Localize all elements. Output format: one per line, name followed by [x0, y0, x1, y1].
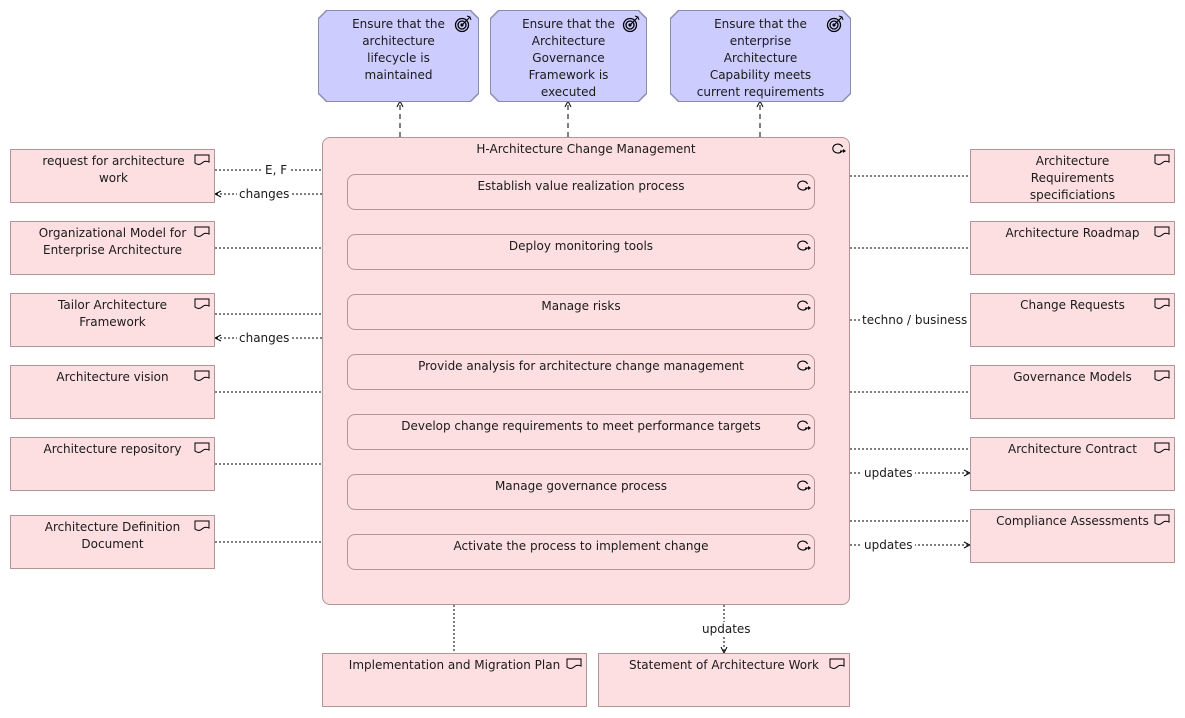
- process-label: Activate the process to implement change: [453, 539, 709, 553]
- process-label: Establish value realization process: [477, 179, 685, 193]
- artifact-change-requests[interactable]: Change Requests: [970, 293, 1175, 347]
- process-label: Develop change requirements to meet perf…: [401, 419, 761, 433]
- artifact-icon: [194, 520, 210, 531]
- artifact-governance-models[interactable]: Governance Models: [970, 365, 1175, 419]
- artifact-icon: [1154, 298, 1170, 309]
- artifact-label: Architecture repository: [43, 442, 182, 456]
- container-title: H-Architecture Change Management: [476, 142, 696, 156]
- artifact-label: Architecture vision: [56, 370, 169, 384]
- artifact-label: Architecture Requirements specificiation…: [1029, 154, 1116, 202]
- artifact-label: Change Requests: [1020, 298, 1125, 312]
- goal-target-icon: [454, 15, 472, 33]
- artifact-label: Governance Models: [1013, 370, 1132, 384]
- artifact-architecture-roadmap[interactable]: Architecture Roadmap: [970, 221, 1175, 275]
- goal-capability[interactable]: Ensure that the enterprise Architecture …: [671, 11, 850, 101]
- artifact-architecture-vision[interactable]: Architecture vision: [10, 365, 215, 419]
- artifact-icon: [1154, 514, 1170, 525]
- artifact-icon: [194, 442, 210, 453]
- goal-label: Ensure that the Architecture Governance …: [522, 17, 615, 99]
- artifact-icon: [194, 226, 210, 237]
- goal-target-icon: [622, 15, 640, 33]
- process-architecture-change-management[interactable]: H-Architecture Change Management Establi…: [322, 137, 850, 605]
- goal-label: Ensure that the enterprise Architecture …: [696, 17, 825, 99]
- goal-lifecycle[interactable]: Ensure that the architecture lifecycle i…: [319, 11, 478, 101]
- artifact-icon: [1154, 154, 1170, 165]
- goal-label: Ensure that the architecture lifecycle i…: [352, 17, 445, 82]
- artifact-label: Organizational Model for Enterprise Arch…: [38, 226, 187, 257]
- artifact-icon: [194, 370, 210, 381]
- artifact-architecture-repository[interactable]: Architecture repository: [10, 437, 215, 491]
- artifact-label: Architecture Definition Document: [44, 520, 181, 551]
- relation-label-updates: updates: [862, 538, 915, 552]
- artifact-request-for-architecture-work[interactable]: request for architecture work: [10, 149, 215, 203]
- goal-governance-framework[interactable]: Ensure that the Architecture Governance …: [491, 11, 646, 101]
- relation-label-changes: changes: [237, 187, 292, 201]
- artifact-label: Compliance Assessments: [996, 514, 1149, 528]
- relation-label-updates: updates: [862, 466, 915, 480]
- relation-label-ef: E, F: [263, 163, 290, 177]
- process-deploy-monitoring[interactable]: Deploy monitoring tools: [347, 234, 815, 270]
- artifact-icon: [829, 658, 845, 669]
- process-manage-governance[interactable]: Manage governance process: [347, 474, 815, 510]
- artifact-implementation-migration-plan[interactable]: Implementation and Migration Plan: [322, 653, 587, 707]
- artifact-label: request for architecture work: [42, 154, 185, 185]
- artifact-icon: [1154, 226, 1170, 237]
- relation-label-updates: updates: [700, 622, 753, 636]
- goal-target-icon: [826, 15, 844, 33]
- artifact-icon: [1154, 442, 1170, 453]
- artifact-statement-of-architecture-work[interactable]: Statement of Architecture Work: [598, 653, 850, 707]
- artifact-tailor-architecture-framework[interactable]: Tailor Architecture Framework: [10, 293, 215, 347]
- process-label: Provide analysis for architecture change…: [418, 359, 744, 373]
- process-icon: [797, 300, 811, 311]
- artifact-label: Statement of Architecture Work: [628, 658, 819, 672]
- artifact-icon: [566, 658, 582, 669]
- process-establish-value[interactable]: Establish value realization process: [347, 174, 815, 210]
- artifact-label: Tailor Architecture Framework: [58, 298, 167, 329]
- process-provide-analysis[interactable]: Provide analysis for architecture change…: [347, 354, 815, 390]
- artifact-icon: [194, 154, 210, 165]
- process-activate-change[interactable]: Activate the process to implement change: [347, 534, 815, 570]
- process-icon: [832, 143, 846, 154]
- artifact-architecture-definition-document[interactable]: Architecture Definition Document: [10, 515, 215, 569]
- process-icon: [797, 240, 811, 251]
- artifact-label: Architecture Contract: [1008, 442, 1137, 456]
- artifact-organizational-model[interactable]: Organizational Model for Enterprise Arch…: [10, 221, 215, 275]
- relation-label-changes: changes: [237, 331, 292, 345]
- process-icon: [797, 540, 811, 551]
- process-icon: [797, 480, 811, 491]
- artifact-architecture-requirements-specifications[interactable]: Architecture Requirements specificiation…: [970, 149, 1175, 203]
- process-develop-change-requirements[interactable]: Develop change requirements to meet perf…: [347, 414, 815, 450]
- process-icon: [797, 180, 811, 191]
- artifact-icon: [1154, 370, 1170, 381]
- artifact-icon: [194, 298, 210, 309]
- process-manage-risks[interactable]: Manage risks: [347, 294, 815, 330]
- process-icon: [797, 360, 811, 371]
- process-label: Manage risks: [541, 299, 621, 313]
- artifact-architecture-contract[interactable]: Architecture Contract: [970, 437, 1175, 491]
- artifact-label: Implementation and Migration Plan: [348, 658, 561, 672]
- process-icon: [797, 420, 811, 431]
- relation-label-techno-business: techno / business: [860, 313, 970, 327]
- artifact-compliance-assessments[interactable]: Compliance Assessments: [970, 509, 1175, 563]
- process-label: Deploy monitoring tools: [508, 239, 654, 253]
- artifact-label: Architecture Roadmap: [1005, 226, 1140, 240]
- process-label: Manage governance process: [494, 479, 668, 493]
